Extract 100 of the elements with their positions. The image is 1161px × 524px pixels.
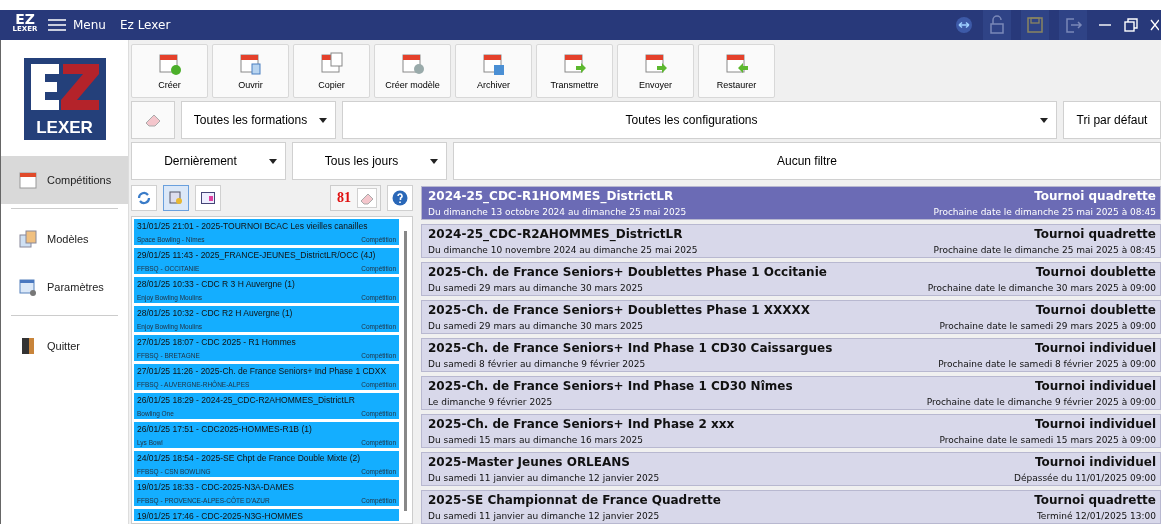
toolbar-button[interactable]: Envoyer	[617, 44, 694, 98]
competition-row[interactable]: 2025-SE Championnat de France Quadrette Tournoi quadrette Du samedi 11 janvier au dimanche 12 janvier 2025 Terminé 12/01/2025 13:00	[421, 490, 1161, 524]
dropdown-arrow-icon	[430, 158, 438, 164]
documents-icon	[19, 230, 37, 248]
refresh-button[interactable]	[131, 185, 157, 211]
dropdown-arrow-icon	[1040, 117, 1048, 123]
next-date: Prochaine date le dimanche 25 mai 2025 à 08:45	[933, 207, 1156, 217]
eraser-icon	[359, 191, 375, 205]
menu-icon	[48, 19, 66, 31]
sidebar-item[interactable]: Modèles	[1, 215, 128, 263]
toolbar-button[interactable]: Créer modèle	[374, 44, 451, 98]
next-date: Prochaine date le samedi 8 février 2025 à 09:00	[938, 359, 1156, 369]
calendar-add-icon	[157, 52, 182, 76]
competition-row[interactable]: 2024-25_CDC-R1HOMMES_DistrictLR Tournoi quadrette Du dimanche 13 octobre 2024 au dimanche 25 mai 2025 Prochaine date le dimanche 25 mai 2025 à 08:45	[421, 186, 1161, 220]
clear-button[interactable]	[357, 188, 377, 208]
formations-dropdown[interactable]: Toutes les formations	[181, 101, 336, 139]
period-dropdown[interactable]: Dernièrement	[131, 142, 286, 180]
competition-title: 31/01/25 21:01 - 2025-TOURNOI BCAC Les vieilles canailles	[137, 221, 369, 231]
competition-row[interactable]: 2025-Ch. de France Seniors+ Ind Phase 1 CD30 Nîmes Tournoi individuel Le dimanche 9 février 2025 Prochaine date le dimanche 9 février 2025 à 09:00	[421, 376, 1161, 410]
tournament-type: Tournoi individuel	[1034, 417, 1156, 431]
competition-title: 19/01/25 17:46 - CDC-2025-N3G-HOMMES	[137, 511, 304, 521]
recent-competition-item[interactable]: 19/01/25 17:46 - CDC-2025-N3G-HOMMES	[134, 509, 399, 521]
filter-button[interactable]: Aucun filtre	[453, 142, 1161, 180]
competition-row[interactable]: 2025-Ch. de France Seniors+ Ind Phase 1 CD30 Caissargues Tournoi individuel Du samedi 8 février au dimanche 9 février 2025 Prochaine date le samedi 8 février 2025 à 09:00	[421, 338, 1161, 372]
logo-text: LEXER	[35, 118, 94, 138]
competition-title: 26/01/25 18:29 - 2024-25_CDC-R2AHOMMES_DistrictLR	[137, 395, 356, 405]
dropdown-arrow-icon	[269, 158, 277, 164]
date-range: Du samedi 29 mars au dimanche 30 mars 2025	[428, 321, 643, 331]
next-date: Prochaine date le dimanche 25 mai 2025 à 08:45	[933, 245, 1156, 255]
logo-emblem-icon	[30, 64, 99, 110]
competition-name: 2025-Ch. de France Seniors+ Ind Phase 1 CD30 Caissargues	[428, 341, 833, 355]
scrollbar[interactable]	[404, 231, 407, 511]
list-search-icon	[169, 191, 183, 205]
calendar-icon	[19, 171, 37, 189]
date-range: Du samedi 29 mars au dimanche 30 mars 2025	[428, 283, 643, 293]
next-date: Dépassée du 11/01/2025 09:00	[1014, 473, 1156, 483]
configurations-dropdown[interactable]: Toutes les configurations	[342, 101, 1057, 139]
competition-row[interactable]: 2025-Ch. de France Seniors+ Doublettes Phase 1 XXXXX Tournoi doublette Du samedi 29 mars au dimanche 30 mars 2025 Prochaine date le samedi 29 mars 2025 à 09:00	[421, 300, 1161, 334]
toolbar-button[interactable]: Créer	[131, 44, 208, 98]
toolbar-button[interactable]: Restaurer	[698, 44, 775, 98]
toolbar-button[interactable]: Copier	[293, 44, 370, 98]
tournament-type: Tournoi quadrette	[1034, 493, 1156, 507]
save-icon[interactable]	[1021, 10, 1049, 40]
tournament-type: Tournoi doublette	[1035, 303, 1156, 317]
eraser-icon	[144, 113, 162, 127]
next-date: Prochaine date le samedi 29 mars 2025 à 09:00	[939, 321, 1156, 331]
card-view-button[interactable]	[195, 185, 221, 211]
tournament-type: Tournoi individuel	[1034, 341, 1156, 355]
competition-row[interactable]: 2025-Ch. de France Seniors+ Ind Phase 2 xxx Tournoi individuel Du samedi 15 mars au dimanche 16 mars 2025 Prochaine date le samedi 15 mars 2025 à 09:00	[421, 414, 1161, 448]
help-button[interactable]	[387, 185, 413, 211]
competition-name: 2025-Ch. de France Seniors+ Doublettes Phase 1 Occitanie	[428, 265, 827, 279]
resize-icon[interactable]	[955, 16, 973, 34]
lock-icon[interactable]	[983, 10, 1011, 40]
restore-icon[interactable]	[1123, 17, 1139, 33]
toolbar-button[interactable]: Archiver	[455, 44, 532, 98]
calendar-send-icon	[562, 52, 587, 76]
next-date: Prochaine date le samedi 15 mars 2025 à 09:00	[939, 435, 1156, 445]
competition-title: 24/01/25 18:54 - 2025-SE Chpt de France Double Mixte (2)	[137, 453, 362, 463]
table-gear-icon	[19, 278, 37, 296]
competition-title: 27/01/25 18:07 - CDC 2025 - R1 Hommes	[137, 337, 297, 347]
menu-button[interactable]: Menu	[48, 18, 106, 32]
next-date: Terminé 12/01/2025 13:00	[1036, 511, 1156, 521]
count-label: 81	[337, 190, 351, 206]
competition-name: 2024-25_CDC-R1HOMMES_DistrictLR	[428, 189, 674, 203]
competition-name: 2024-25_CDC-R2AHOMMES_DistrictLR	[428, 227, 683, 241]
toolbar-button[interactable]: Ouvrir	[212, 44, 289, 98]
date-range: Du samedi 11 janvier au dimanche 12 janvier 2025	[428, 473, 660, 483]
dropdown-arrow-icon	[319, 117, 327, 123]
competition-name: 2025-Ch. de France Seniors+ Doublettes Phase 1 XXXXX	[428, 303, 810, 317]
tournament-type: Tournoi individuel	[1034, 455, 1156, 469]
competition-row[interactable]: 2025-Master Jeunes ORLEANS Tournoi individuel Du samedi 11 janvier au dimanche 12 janvier 2025 Dépassée du 11/01/2025 09:00	[421, 452, 1161, 486]
toolbar-button[interactable]: Transmettre	[536, 44, 613, 98]
calendar-db-icon	[400, 52, 425, 76]
sidebar-item[interactable]: Paramètres	[1, 263, 128, 311]
date-range: Du dimanche 10 novembre 2024 au dimanche 25 mai 2025	[428, 245, 698, 255]
next-date: Prochaine date le dimanche 30 mars 2025 à 09:00	[927, 283, 1156, 293]
calendar-open-icon	[238, 52, 263, 76]
date-range: Du samedi 11 janvier au dimanche 12 janvier 2025	[428, 511, 660, 521]
sidebar-item[interactable]: Quitter	[1, 322, 128, 370]
competition-name: 2025-Ch. de France Seniors+ Ind Phase 1 CD30 Nîmes	[428, 379, 793, 393]
date-range: Du samedi 15 mars au dimanche 16 mars 2025	[428, 435, 643, 445]
exit-icon[interactable]	[1059, 10, 1087, 40]
competition-name: 2025-Ch. de France Seniors+ Ind Phase 2 xxx	[428, 417, 735, 431]
sidebar-item[interactable]: Compétitions	[1, 156, 128, 204]
competition-row[interactable]: 2024-25_CDC-R2AHOMMES_DistrictLR Tournoi quadrette Du dimanche 10 novembre 2024 au dimanche 25 mai 2025 Prochaine date le dimanche 25 mai 2025 à 08:45	[421, 224, 1161, 258]
close-icon[interactable]	[1149, 17, 1159, 33]
list-view-button[interactable]	[163, 185, 189, 211]
competition-title: 28/01/25 10:32 - CDC R2 H Auvergne (1)	[137, 308, 294, 318]
competition-title: 28/01/25 10:33 - CDC R 3 H Auvergne (1)	[137, 279, 296, 289]
competition-name: 2025-Master Jeunes ORLEANS	[428, 455, 630, 469]
sort-button[interactable]: Tri par défaut	[1063, 101, 1161, 139]
calendar-copy-icon	[319, 52, 344, 76]
days-dropdown[interactable]: Tous les jours	[292, 142, 447, 180]
competition-row[interactable]: 2025-Ch. de France Seniors+ Doublettes Phase 1 Occitanie Tournoi doublette Du samedi 29 mars au dimanche 30 mars 2025 Prochaine date le dimanche 30 mars 2025 à 09:00	[421, 262, 1161, 296]
competition-title: 29/01/25 11:43 - 2025_FRANCE-JEUNES_DistrictLR/OCC (4J)	[137, 250, 377, 260]
next-date: Prochaine date le dimanche 9 février 2025 à 09:00	[926, 397, 1156, 407]
calendar-back-icon	[724, 52, 749, 76]
competition-title: 27/01/25 11:26 - 2025-Ch. de France Seniors+ Ind Phase 1 CDXX	[137, 366, 388, 376]
competition-title: 19/01/25 18:33 - CDC-2025-N3A-DAMES	[137, 482, 295, 492]
competition-name: 2025-SE Championnat de France Quadrette	[428, 493, 721, 507]
